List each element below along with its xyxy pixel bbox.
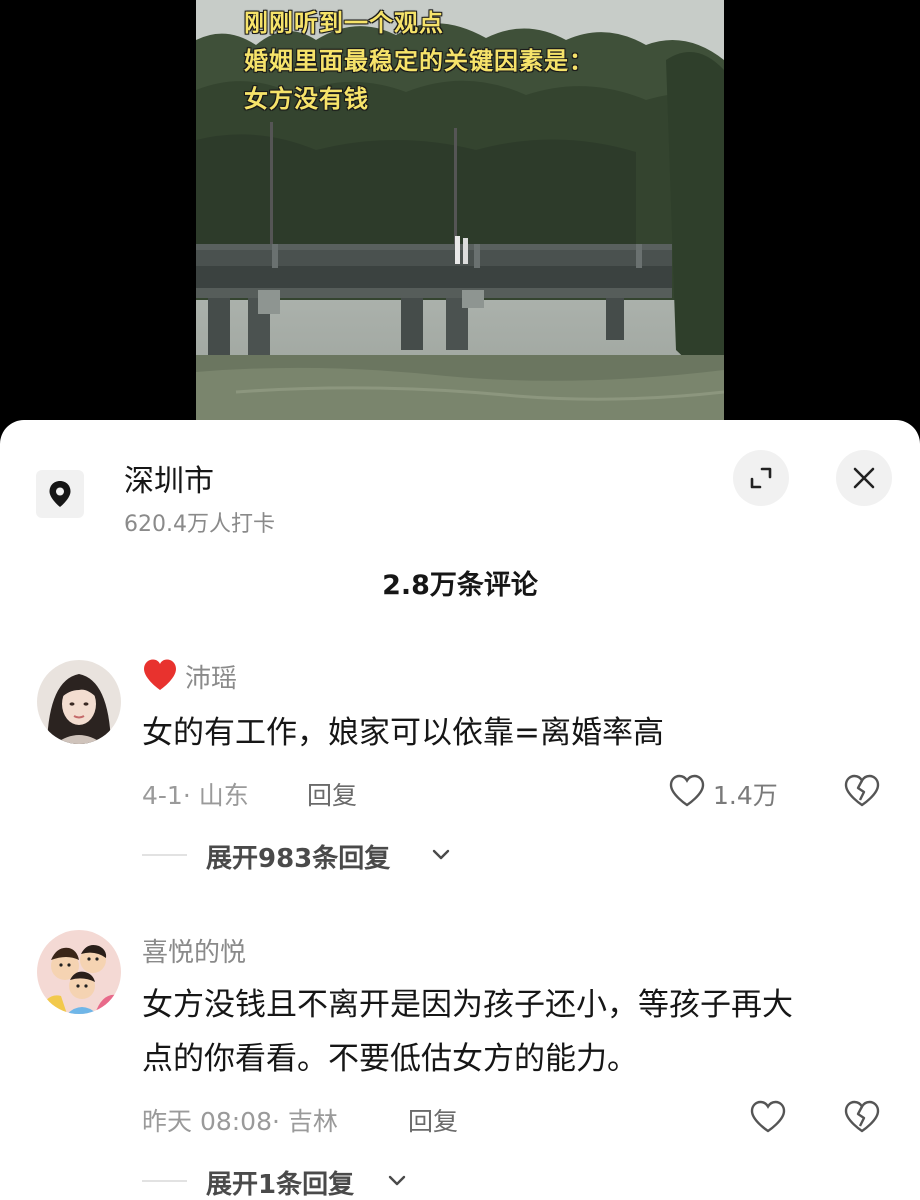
- comment-text-line: 点的你看看。不要低估女方的能力。: [142, 1041, 638, 1077]
- location-pin-icon: [36, 470, 84, 518]
- dislike-icon[interactable]: [843, 774, 881, 808]
- close-button[interactable]: [836, 450, 892, 506]
- comment-count: 2.8万条评论: [382, 570, 538, 601]
- video-caption-line: 刚刚听到一个观点: [244, 9, 444, 37]
- comment-username[interactable]: 喜悦的悦: [142, 932, 246, 969]
- expand-icon: [750, 467, 772, 489]
- comment-text: 女方没钱且不离开是因为孩子还小，等孩子再大 点的你看看。不要低估女方的能力。: [142, 978, 882, 1086]
- reply-button[interactable]: 回复: [408, 1102, 458, 1138]
- close-icon: [853, 467, 875, 489]
- location-tag[interactable]: 深圳市 620.4万人打卡: [36, 456, 556, 546]
- expand-replies-label: 展开983条回复: [206, 844, 391, 874]
- like-icon[interactable]: [668, 774, 706, 808]
- dislike-icon[interactable]: [843, 1100, 881, 1134]
- video-caption: 刚刚听到一个观点 婚姻里面最稳定的关键因素是： 女方没有钱: [244, 4, 594, 118]
- location-name: 深圳市: [124, 464, 214, 499]
- comment-item: 喜悦的悦 女方没钱且不离开是因为孩子还小，等孩子再大 点的你看看。不要低估女方的…: [0, 930, 920, 1200]
- reply-button[interactable]: 回复: [307, 776, 357, 812]
- comment-meta: 4-1· 山东: [142, 781, 249, 810]
- video-frame[interactable]: 刚刚听到一个观点 婚姻里面最稳定的关键因素是： 女方没有钱: [196, 0, 724, 420]
- comment-text-line: 女方没钱且不离开是因为孩子还小，等孩子再大: [142, 987, 793, 1023]
- video-player[interactable]: 刚刚听到一个观点 婚姻里面最稳定的关键因素是： 女方没有钱: [0, 0, 920, 440]
- comment-text: 女的有工作，娘家可以依靠=离婚率高: [142, 715, 664, 751]
- like-icon[interactable]: [749, 1100, 787, 1134]
- expand-button[interactable]: [733, 450, 789, 506]
- comment-username[interactable]: 沛瑶: [185, 658, 237, 695]
- divider: [142, 854, 187, 856]
- avatar[interactable]: [37, 660, 121, 744]
- video-caption-line: 女方没有钱: [244, 85, 369, 113]
- expand-replies-label: 展开1条回复: [206, 1170, 355, 1200]
- comment-meta: 昨天 08:08· 吉林: [142, 1107, 338, 1136]
- comment-item: 沛瑶 女的有工作，娘家可以依靠=离婚率高 4-1· 山东 回复 1.4万 展开9…: [0, 656, 920, 876]
- comment-sheet: 深圳市 620.4万人打卡 2.8万条评论 沛瑶 女的有工作，娘家可以依靠=离婚…: [0, 420, 920, 1200]
- red-heart-icon: [144, 659, 176, 690]
- chevron-down-icon: [388, 1175, 406, 1186]
- location-checkins: 620.4万人打卡: [124, 512, 275, 537]
- avatar[interactable]: [37, 930, 121, 1014]
- like-count: 1.4万: [713, 781, 778, 810]
- chevron-down-icon: [432, 849, 450, 860]
- video-caption-line: 婚姻里面最稳定的关键因素是：: [244, 47, 594, 75]
- divider: [142, 1180, 187, 1182]
